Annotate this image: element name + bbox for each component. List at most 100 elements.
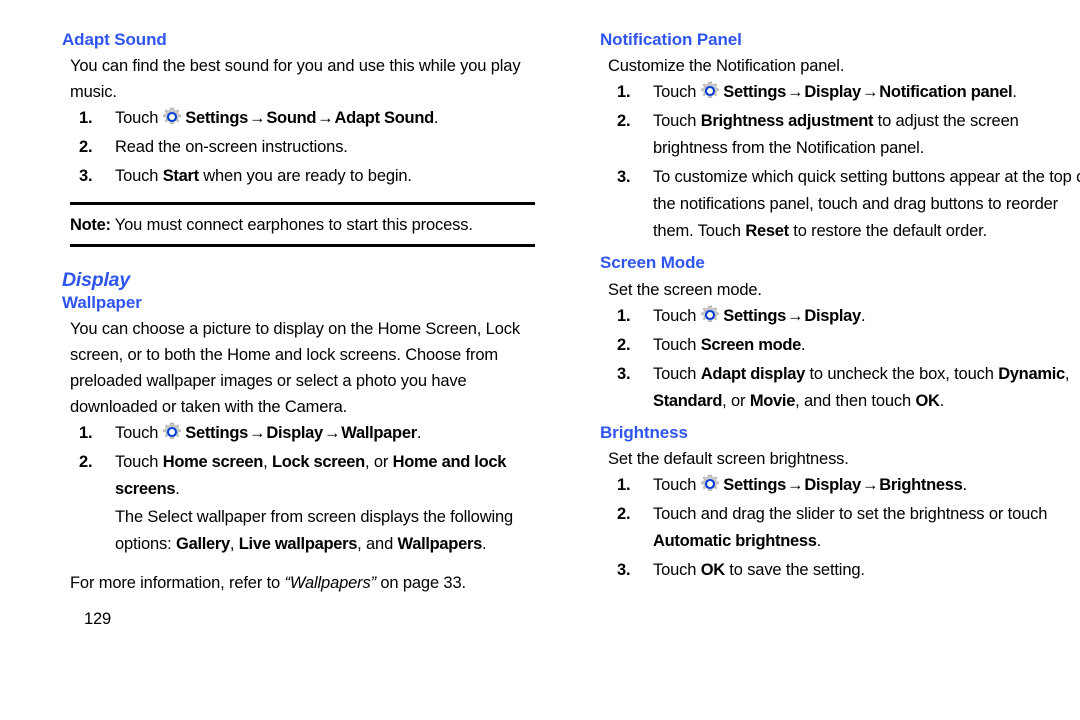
path-brightness: Brightness	[879, 476, 963, 495]
step-text: Read the on-screen instructions.	[115, 138, 348, 157]
step-verb: Touch	[115, 424, 159, 443]
step-verb: Touch	[115, 109, 159, 128]
plain-text: ,	[263, 453, 272, 472]
bold-term: Dynamic	[998, 364, 1065, 383]
step-number: 2.	[617, 335, 631, 354]
wallpaper-reference: For more information, refer to “Wallpape…	[70, 570, 554, 596]
step-text-before: Touch	[115, 167, 163, 186]
bold-term: Standard	[653, 391, 723, 410]
arrow-icon: →	[248, 424, 266, 443]
right-column: Notification Panel Customize the Notific…	[578, 30, 1080, 720]
plain-text: .	[801, 335, 806, 354]
list-item: 3. Touch Adapt display to uncheck the bo…	[600, 361, 1080, 415]
plain-text: .	[816, 532, 822, 551]
list-item: 1. Touch Settings→Display→Wallpaper.	[62, 420, 554, 447]
path-settings: Settings	[185, 109, 248, 128]
brightness-steps: 1. Touch Settings→Display→Brightness. 2. …	[600, 472, 1080, 584]
list-item: 3. Touch OK to save the setting.	[600, 557, 1080, 584]
step-text: Touch Settings→Sound→Adapt Sound.	[115, 106, 439, 128]
step-text: Touch Start when you are ready to begin.	[115, 167, 412, 185]
plain-text: , and	[357, 535, 398, 554]
step-trailing: .	[433, 109, 439, 128]
list-item: 2. Touch Brightness adjustment to adjust…	[600, 108, 1080, 162]
plain-text: Touch	[115, 453, 163, 472]
plain-text: ,	[1064, 364, 1070, 383]
adapt-sound-steps: 1. Touch Settings→Sound→Adapt Sound. 2. R…	[62, 105, 554, 190]
manual-page: Adapt Sound You can find the best sound …	[0, 0, 1080, 720]
settings-gear-icon	[161, 421, 183, 443]
path-wallpaper: Wallpaper	[341, 424, 417, 443]
step-text: Touch OK to save the setting.	[653, 561, 865, 579]
section-heading-screen-mode: Screen Mode	[600, 253, 705, 273]
list-item: 2. Touch Home screen, Lock screen, or Ho…	[62, 449, 554, 558]
step-text: Touch Screen mode.	[653, 335, 806, 354]
bold-term: Adapt display	[700, 364, 806, 383]
step-number: 1.	[79, 424, 93, 443]
step-number: 1.	[617, 476, 631, 495]
step-verb: Touch	[653, 476, 697, 495]
adapt-sound-intro: You can find the best sound for you and …	[70, 57, 521, 102]
list-item: 2. Touch and drag the slider to set the …	[600, 501, 1080, 555]
section-heading-adapt-sound: Adapt Sound	[62, 30, 167, 49]
plain-text: Touch	[653, 364, 701, 383]
settings-gear-icon	[699, 473, 721, 495]
step-number: 2.	[617, 505, 631, 524]
settings-gear-icon	[161, 106, 183, 128]
path-notification-panel: Notification panel	[879, 83, 1013, 102]
arrow-icon: →	[323, 424, 341, 443]
section-heading-notification-panel: Notification Panel	[600, 30, 742, 49]
plain-text: ,	[229, 535, 239, 554]
bold-term: Lock screen	[271, 453, 365, 472]
list-item: 1. Touch Settings→Sound→Adapt Sound.	[62, 105, 554, 132]
note-block: Note: You must connect earphones to star…	[70, 202, 535, 248]
step-number: 3.	[617, 561, 631, 580]
step-text: Touch Home screen, Lock screen, or Home …	[115, 453, 506, 498]
section-heading-brightness: Brightness	[600, 422, 688, 442]
path-settings: Settings	[185, 424, 248, 443]
screen-mode-steps: 1. Touch Settings→Display. 2. Touch Scree…	[600, 303, 1080, 415]
plain-text: to restore the default order.	[788, 222, 988, 241]
bold-term: OK	[700, 561, 725, 580]
step-trailing: .	[962, 476, 967, 495]
arrow-icon: →	[248, 109, 266, 128]
path-display: Display	[804, 476, 861, 495]
settings-gear-icon	[699, 304, 721, 326]
plain-text: , or	[722, 391, 750, 410]
step-subparagraph: The Select wallpaper from screen display…	[115, 504, 554, 558]
step-trailing: .	[416, 424, 422, 443]
step-text: Touch Settings→Display→Notification panel…	[653, 80, 1017, 102]
list-item: 1. Touch Settings→Display→Brightness.	[600, 472, 1080, 499]
step-verb: Touch	[653, 306, 697, 325]
wallpaper-intro: You can choose a picture to display on t…	[70, 320, 520, 417]
step-number: 3.	[617, 168, 631, 187]
step-text: To customize which quick setting buttons…	[653, 168, 1080, 240]
list-item: 2. Read the on-screen instructions.	[62, 134, 554, 161]
plain-text: , or	[364, 453, 393, 472]
path-adapt-sound: Adapt Sound	[334, 109, 435, 128]
arrow-icon: →	[786, 306, 804, 325]
step-number: 2.	[617, 112, 631, 131]
bold-term: Brightness adjustment	[700, 112, 874, 131]
step-number: 2.	[79, 138, 93, 157]
bold-term: OK	[915, 391, 940, 410]
section-heading-wallpaper: Wallpaper	[62, 292, 142, 312]
step-number: 1.	[79, 109, 93, 128]
arrow-icon: →	[861, 83, 879, 102]
wallpaper-steps: 1. Touch Settings→Display→Wallpaper. 2. T…	[62, 420, 554, 558]
notification-panel-intro: Customize the Notification panel.	[608, 57, 845, 76]
section-heading-display: Display	[62, 269, 130, 292]
left-column: Adapt Sound You can find the best sound …	[40, 30, 554, 720]
step-text: Touch Adapt display to uncheck the box, …	[653, 365, 1069, 410]
bold-term: Movie	[749, 391, 796, 410]
step-text: Touch Settings→Display.	[653, 304, 866, 326]
bold-term: Screen mode	[700, 335, 802, 354]
bold-term: Home screen	[162, 453, 264, 472]
step-number: 3.	[79, 167, 93, 186]
plain-text: Touch	[653, 335, 701, 354]
arrow-icon: →	[786, 476, 804, 495]
arrow-icon: →	[317, 109, 334, 128]
path-settings: Settings	[723, 476, 786, 495]
settings-gear-icon	[699, 80, 721, 102]
step-number: 1.	[617, 306, 631, 325]
